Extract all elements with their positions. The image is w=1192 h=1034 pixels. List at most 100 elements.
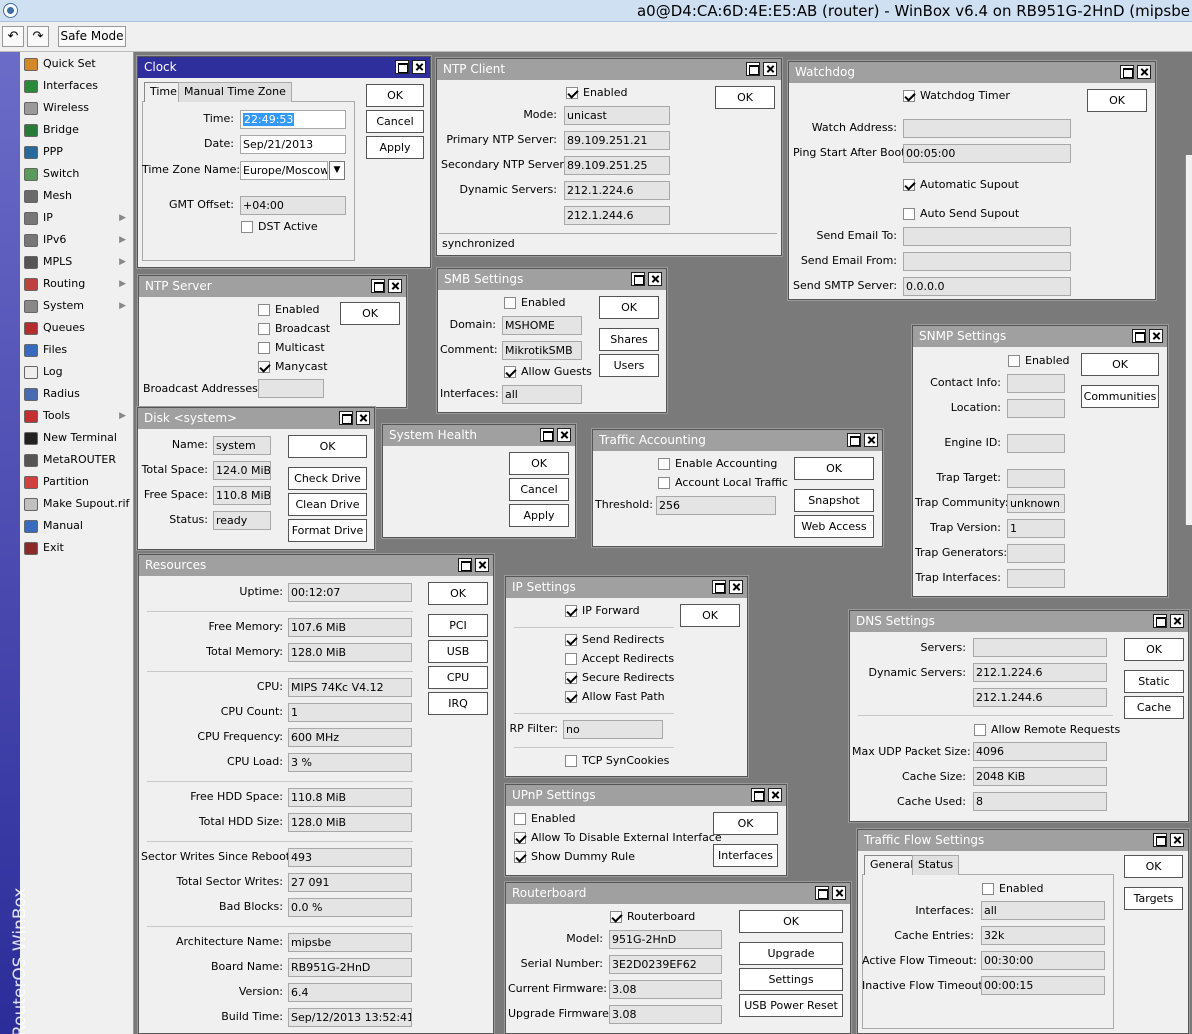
sidebar-item-routing[interactable]: Routing ▶	[22, 273, 132, 295]
ok-button[interactable]: OK	[715, 86, 775, 109]
sidebar-item-make-supout-rif[interactable]: Make Supout.rif	[22, 493, 132, 515]
cancel-button[interactable]: Cancel	[366, 110, 424, 133]
irq-button[interactable]: IRQ	[428, 692, 488, 715]
enable-accounting-checkbox[interactable]	[658, 458, 670, 470]
time-zone-field[interactable]: Europe/Moscow	[240, 161, 328, 180]
ok-button[interactable]: OK	[428, 582, 488, 605]
ok-button[interactable]: OK	[288, 435, 367, 458]
shares-button[interactable]: Shares	[599, 328, 659, 351]
close-icon[interactable]	[412, 60, 426, 74]
trap-target-field[interactable]	[1007, 469, 1065, 488]
close-icon[interactable]	[475, 558, 489, 572]
routerboard-checkbox[interactable]	[610, 911, 622, 923]
apply-button[interactable]: Apply	[366, 136, 424, 159]
engine-id-field[interactable]	[1007, 434, 1065, 453]
allow-guests-checkbox[interactable]	[504, 366, 516, 378]
ok-button[interactable]: OK	[680, 604, 740, 627]
secure-redirects-checkbox[interactable]	[565, 672, 577, 684]
maximize-icon[interactable]	[815, 886, 829, 900]
time-field[interactable]: 22:49:53	[240, 110, 346, 129]
maximize-icon[interactable]	[339, 411, 353, 425]
watch-address-field[interactable]	[903, 119, 1071, 138]
maximize-icon[interactable]	[395, 60, 409, 74]
accept-redirects-checkbox[interactable]	[565, 653, 577, 665]
watchdog-timer-checkbox[interactable]	[903, 90, 915, 102]
contact-info-field[interactable]	[1007, 374, 1065, 393]
domain-field[interactable]: MSHOME	[502, 316, 582, 335]
usb-button[interactable]: USB	[428, 640, 488, 663]
sidebar-item-system[interactable]: System ▶	[22, 295, 132, 317]
sidebar-item-metarouter[interactable]: MetaROUTER	[22, 449, 132, 471]
sidebar-item-queues[interactable]: Queues	[22, 317, 132, 339]
tcp-syncookies-checkbox[interactable]	[565, 755, 577, 767]
sidebar-item-log[interactable]: Log	[22, 361, 132, 383]
location-field[interactable]	[1007, 399, 1065, 418]
interfaces-button[interactable]: Interfaces	[713, 844, 778, 867]
trap-community-field[interactable]: unknown	[1007, 494, 1065, 513]
maximize-icon[interactable]	[1120, 65, 1134, 79]
ok-button[interactable]: OK	[1087, 89, 1147, 112]
maximize-icon[interactable]	[458, 558, 472, 572]
maximize-icon[interactable]	[1153, 833, 1167, 847]
snapshot-button[interactable]: Snapshot	[794, 489, 874, 512]
close-icon[interactable]	[768, 788, 782, 802]
pci-button[interactable]: PCI	[428, 614, 488, 637]
sidebar-item-interfaces[interactable]: Interfaces	[22, 75, 132, 97]
ok-button[interactable]: OK	[739, 910, 843, 933]
trap-generators-field[interactable]	[1007, 544, 1065, 563]
close-icon[interactable]	[729, 580, 743, 594]
sidebar-item-radius[interactable]: Radius	[22, 383, 132, 405]
ok-button[interactable]: OK	[340, 302, 400, 325]
ok-button[interactable]: OK	[713, 812, 778, 835]
cache-entries-field[interactable]: 32k	[981, 926, 1105, 945]
redo-icon[interactable]: ↷	[27, 26, 49, 47]
close-icon[interactable]	[648, 272, 662, 286]
cache-size-field[interactable]: 2048 KiB	[973, 767, 1107, 786]
ok-button[interactable]: OK	[794, 457, 874, 480]
web-access-button[interactable]: Web Access	[794, 515, 874, 538]
sidebar-item-mpls[interactable]: MPLS ▶	[22, 251, 132, 273]
maximize-icon[interactable]	[1132, 329, 1146, 343]
allow-remote-requests-checkbox[interactable]	[974, 724, 986, 736]
communities-button[interactable]: Communities	[1081, 385, 1159, 408]
ok-button[interactable]: OK	[366, 84, 424, 107]
inactive-flow-timeout-field[interactable]: 00:00:15	[981, 976, 1105, 995]
max-udp-field[interactable]: 4096	[973, 742, 1107, 761]
multicast-checkbox[interactable]	[258, 342, 270, 354]
send-smtp-field[interactable]: 0.0.0.0	[903, 277, 1071, 296]
ping-start-field[interactable]: 00:05:00	[903, 144, 1071, 163]
users-button[interactable]: Users	[599, 354, 659, 377]
maximize-icon[interactable]	[847, 433, 861, 447]
sidebar-item-files[interactable]: Files	[22, 339, 132, 361]
ok-button[interactable]: OK	[509, 452, 569, 475]
manycast-checkbox[interactable]	[258, 361, 270, 373]
allow-disable-external-checkbox[interactable]	[514, 832, 526, 844]
sidebar-item-ip[interactable]: IP ▶	[22, 207, 132, 229]
show-dummy-rule-checkbox[interactable]	[514, 851, 526, 863]
trap-version-field[interactable]: 1	[1007, 519, 1065, 538]
safe-mode-button[interactable]: Safe Mode	[58, 26, 126, 47]
send-redirects-checkbox[interactable]	[565, 634, 577, 646]
close-icon[interactable]	[388, 279, 402, 293]
targets-button[interactable]: Targets	[1124, 887, 1183, 910]
sidebar-item-exit[interactable]: Exit	[22, 537, 132, 559]
sidebar-item-switch[interactable]: Switch	[22, 163, 132, 185]
maximize-icon[interactable]	[631, 272, 645, 286]
sidebar-item-ipv6[interactable]: IPv6 ▶	[22, 229, 132, 251]
rp-filter-field[interactable]: no	[563, 720, 663, 739]
sidebar-item-wireless[interactable]: Wireless	[22, 97, 132, 119]
sidebar-item-quick-set[interactable]: Quick Set	[22, 53, 132, 75]
interfaces-field[interactable]: all	[981, 901, 1105, 920]
automatic-supout-checkbox[interactable]	[903, 179, 915, 191]
apply-button[interactable]: Apply	[509, 504, 569, 527]
sidebar-item-bridge[interactable]: Bridge	[22, 119, 132, 141]
sidebar-item-new-terminal[interactable]: New Terminal	[22, 427, 132, 449]
ok-button[interactable]: OK	[1081, 353, 1159, 376]
sidebar-item-mesh[interactable]: Mesh	[22, 185, 132, 207]
servers-field[interactable]	[973, 638, 1107, 657]
sidebar-item-manual[interactable]: Manual	[22, 515, 132, 537]
usb-power-reset-button[interactable]: USB Power Reset	[739, 994, 843, 1017]
ok-button[interactable]: OK	[1124, 638, 1184, 661]
mode-field[interactable]: unicast	[564, 106, 670, 125]
comment-field[interactable]: MikrotikSMB	[502, 341, 582, 360]
